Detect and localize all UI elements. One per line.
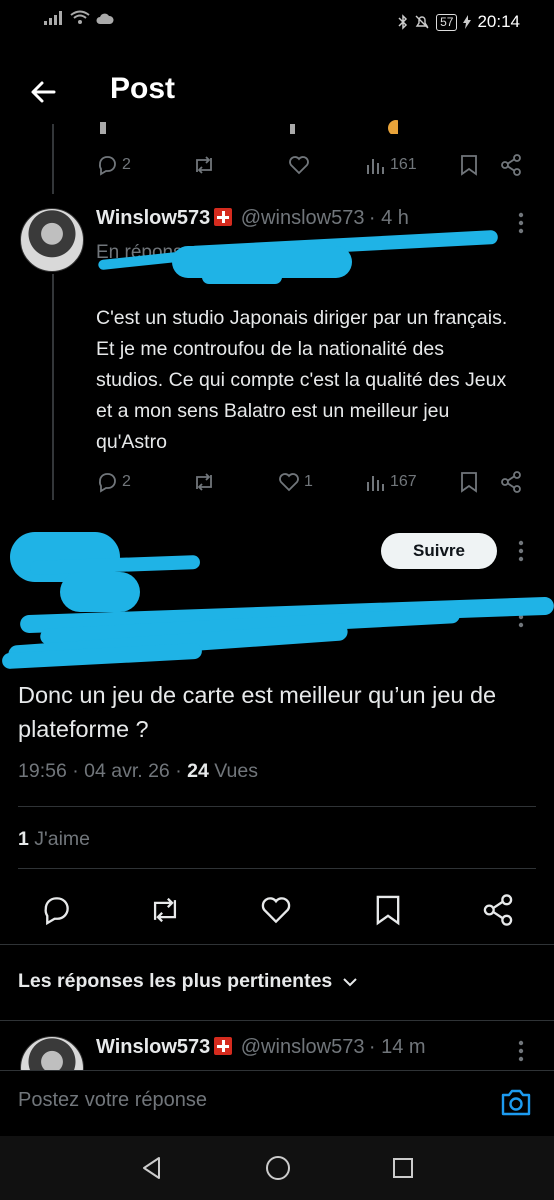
status-bar: 57 20:14 [0,0,554,48]
thread-line-top [52,124,54,194]
share-button[interactable] [500,471,522,493]
author-handle[interactable]: @winslow573 [241,1036,365,1058]
battery-level: 57 [436,13,458,31]
system-nav-bar [0,1136,554,1200]
repost-button[interactable] [192,471,278,493]
like-button[interactable]: 1 [278,471,366,493]
share-button[interactable] [500,154,522,176]
status-icons-left [44,10,114,26]
recents-square-icon[interactable] [391,1156,415,1180]
views-icon [367,159,384,174]
divider [0,1020,554,1021]
chevron-down-icon [343,977,357,986]
cutoff-text-fragments [100,120,398,134]
post-time: · 14 m [368,1036,426,1058]
bookmark-icon[interactable] [374,894,402,926]
arrow-left-icon [31,81,56,103]
bookmark-icon [461,155,477,176]
home-circle-icon[interactable] [264,1154,292,1182]
redaction-scribble [92,226,502,290]
heart-icon [279,473,299,492]
views-label: Vues [208,760,258,782]
reply-body-text: C'est un studio Japonais diriger par un … [96,307,508,453]
prev-post-actions: 2 161 [96,150,526,180]
repost-button[interactable] [192,154,288,176]
likes-count: 1 [18,828,29,850]
thread-line [52,274,54,500]
views-button[interactable]: 167 [366,472,460,492]
likes-summary[interactable]: 1 J'aime [18,828,90,851]
charging-icon [463,15,472,29]
repost-icon[interactable] [148,894,182,926]
views-count: 161 [390,156,417,173]
views-icon [367,476,384,491]
mute-bell-icon [415,15,429,29]
post-timestamp: 19:56 · 04 avr. 26 · [18,760,188,782]
back-button[interactable] [26,74,62,110]
repost-icon [196,156,212,174]
status-icons-right: 57 20:14 [398,12,520,32]
reply-button[interactable]: 2 [96,154,192,176]
heart-icon[interactable] [260,894,292,926]
post-author-line: Winslow573 @winslow573 · 14 m [96,1036,426,1059]
reply-composer: Postez votre réponse [0,1070,554,1137]
back-triangle-icon[interactable] [139,1155,165,1181]
header: Post [0,60,554,124]
like-button[interactable] [288,154,366,176]
reply-input[interactable]: Postez votre réponse [18,1089,207,1112]
divider [18,806,536,807]
bookmark-icon [461,472,477,493]
share-icon [501,154,521,176]
signal-icon [44,11,62,25]
repost-icon [196,473,212,491]
bookmark-button[interactable] [460,154,500,176]
likes-label: J'aime [28,828,91,850]
author-name[interactable]: Winslow573 [96,1036,210,1058]
bookmark-button[interactable] [460,471,500,493]
views-button[interactable]: 161 [366,155,460,175]
main-post-text: Donc un jeu de carte est meilleur qu’un … [18,682,497,742]
redaction-scribble-main [0,522,554,672]
wifi-icon [70,10,90,24]
reply-count: 2 [122,156,131,173]
reply-icon[interactable] [40,894,72,926]
reply-icon [98,156,116,176]
views-count: 167 [390,473,417,490]
cloud-icon [96,13,114,24]
reply-count: 2 [122,473,131,490]
share-icon[interactable] [482,894,514,926]
divider [18,868,536,869]
sort-replies-dropdown[interactable]: Les réponses les plus pertinentes [18,970,358,993]
more-options-icon[interactable] [518,212,524,234]
reply-icon [98,473,116,493]
camera-icon[interactable] [500,1087,532,1117]
sort-label: Les réponses les plus pertinentes [18,970,333,992]
views-count: 24 [187,760,209,782]
more-options-icon[interactable] [518,1040,524,1062]
avatar[interactable] [20,208,84,272]
clock: 20:14 [477,12,520,31]
divider [0,944,554,945]
heart-icon [289,156,309,175]
bluetooth-icon [398,14,408,30]
reply-button[interactable]: 2 [96,471,192,493]
reply-post-actions: 2 1 167 [96,467,526,497]
page-title: Post [110,72,176,105]
swiss-flag-icon [214,208,233,226]
share-icon [501,471,521,493]
like-count: 1 [304,473,313,490]
main-post-actions [0,888,554,932]
truncated-post-text [98,118,398,134]
swiss-flag-icon [214,1037,233,1055]
post-meta: 19:56 · 04 avr. 26 · 24 Vues [18,760,258,783]
